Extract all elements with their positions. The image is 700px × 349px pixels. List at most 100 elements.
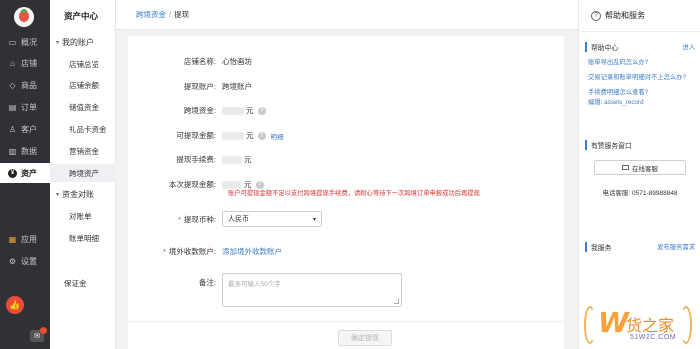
my-service-title-row: 我服务 发布服务需求 (585, 242, 695, 252)
caret-down-icon: ▾ (312, 216, 316, 223)
store-name-label: 店铺名称: (183, 57, 216, 66)
online-service-button[interactable]: 在线客服 (594, 160, 686, 175)
required-mark: * (162, 247, 166, 256)
breadcrumb-parent-link[interactable]: 跨境资金 (136, 9, 166, 20)
cross-funds-row: 跨境资金: 元 ? (128, 105, 564, 116)
nav-item-label: 资产 (21, 168, 37, 178)
remark-label: 备注: (198, 278, 216, 287)
cross-funds-unit: 元 (246, 106, 254, 115)
overseas-account-label-text: 境外收款账户: (168, 247, 216, 256)
unread-dot (40, 327, 47, 334)
help-icon[interactable]: ? (257, 106, 266, 115)
sidebar-item-store-balance[interactable]: 店铺余额 (50, 76, 116, 94)
sidebar-group-my-account[interactable]: ▾ 我的账户 (56, 37, 94, 48)
watermark-domain: 51W2C.COM (630, 334, 677, 341)
required-mark: * (177, 214, 181, 224)
store-name-value: 心怡画坊 (222, 57, 252, 66)
currency-label-text: 提现币种: (183, 214, 216, 224)
nav-item-label: 设置 (21, 256, 37, 266)
store-name-row: 店铺名称: 心怡画坊 (128, 56, 564, 67)
nav-item-data[interactable]: ▥ 数据 (0, 141, 50, 161)
redacted-amount (222, 131, 244, 140)
sidebar-item-gift-card[interactable]: 礼品卡资金 (50, 120, 116, 138)
help-panel: ? 帮助和服务 帮助中心 进入 账单导出乱码怎么办? 交易记录和账单明细对不上怎… (578, 0, 700, 349)
breadcrumb: 跨境资金 / 提现 (116, 0, 578, 30)
help-question-link[interactable]: 账单导出乱码怎么办? (585, 59, 695, 67)
add-overseas-account-link[interactable]: 添加境外收款账户 (222, 246, 282, 257)
breadcrumb-current: 提现 (174, 10, 190, 19)
insufficient-funds-warning: 账户可提现金额不足以支付跨境提现手续费，请耐心等待下一次跨境订单申报成功后再提现 (228, 190, 480, 197)
nav-item-label: 订单 (21, 102, 37, 112)
currency-selected-value: 人民币 (228, 216, 249, 223)
sidebar-item-marketing-funds[interactable]: 营销资金 (50, 142, 116, 160)
nav-item-label: 店铺 (21, 58, 37, 68)
laurel-left-icon (584, 306, 596, 344)
sidebar-item-store-overview[interactable]: 店铺总览 (50, 55, 116, 73)
nav-item-assets[interactable]: ¥ 资产 (0, 163, 50, 183)
online-service-label: 在线客服 (632, 165, 658, 173)
store-logo[interactable] (14, 7, 34, 27)
withdrawable-unit: 元 (246, 131, 254, 140)
sidebar-group-reconciliation[interactable]: ▾ 资金对账 (56, 189, 94, 200)
thumbs-up-icon[interactable]: 👍 (6, 296, 24, 314)
my-service-title: 我服务 (591, 245, 612, 252)
withdrawable-label: 可提现金额: (176, 131, 216, 140)
app-root: ▭ 概况 ⌂ 店铺 ◇ 商品 ▤ 订单 ♙ 客户 ▥ 数据 ¥ 资产 ▦ 应用 (0, 0, 700, 349)
fee-row: 提现手续费: 元 (128, 154, 564, 165)
chevron-down-icon: ▾ (56, 192, 60, 198)
laurel-right-icon (680, 306, 692, 344)
question-circle-icon: ? (591, 10, 601, 21)
nav-item-goods[interactable]: ◇ 商品 (0, 75, 50, 95)
apps-icon: ▦ (8, 234, 17, 244)
user-icon: ♙ (8, 124, 17, 134)
help-center-title-row: 帮助中心 进入 (585, 42, 695, 52)
overseas-account-label: * 境外收款账户: (128, 246, 222, 257)
nav-item-overview[interactable]: ▭ 概况 (0, 32, 50, 52)
nav-item-customers[interactable]: ♙ 客户 (0, 119, 50, 139)
secondary-sidebar: 资产中心 ▾ 我的账户 店铺总览 店铺余额 储值资金 礼品卡资金 营销资金 跨境… (50, 0, 116, 349)
nav-item-orders[interactable]: ▤ 订单 (0, 97, 50, 117)
sidebar-item-stored-value[interactable]: 储值资金 (50, 98, 116, 116)
currency-select[interactable]: 人民币 ▾ (222, 211, 322, 227)
help-center-enter-link[interactable]: 进入 (682, 42, 695, 52)
resize-grip-icon[interactable] (394, 299, 399, 304)
my-service-section: 我服务 发布服务需求 (585, 242, 695, 252)
remark-textarea[interactable]: 最多可输入50个字 (222, 273, 402, 307)
confirm-withdraw-button[interactable]: 确定提现 (338, 330, 392, 346)
help-question-link[interactable]: 手续费明细怎么查看? (585, 89, 695, 97)
nav-item-store[interactable]: ⌂ 店铺 (0, 53, 50, 73)
withdraw-account-value: 跨境账户 (222, 82, 252, 91)
tag-icon: ◇ (9, 80, 16, 90)
sidebar-item-cross-border[interactable]: 跨境资产 (50, 164, 116, 182)
nav-item-label: 商品 (21, 80, 37, 90)
settings-icon: ⚙ (8, 256, 17, 266)
help-center-title: 帮助中心 (591, 45, 619, 52)
withdraw-account-label: 提现账户: (183, 82, 216, 91)
nav-item-settings[interactable]: ⚙ 设置 (0, 251, 50, 271)
sidebar-item-deposit[interactable]: 保证金 (50, 274, 116, 292)
publish-service-request-link[interactable]: 发布服务需求 (657, 242, 695, 252)
sidebar-item-bill-detail[interactable]: 账单明细 (50, 229, 116, 247)
chat-icon[interactable]: ✉ (30, 327, 47, 342)
service-window-section: 有赞服务窗口 在线客服 电话客服: 0571-89988848 (585, 140, 695, 197)
remark-row: 备注: 最多可输入50个字 (128, 273, 564, 307)
remark-placeholder: 最多可输入50个字 (228, 281, 281, 288)
chat-window-icon (622, 165, 629, 170)
withdraw-account-row: 提现账户: 跨境账户 (128, 81, 564, 92)
currency-label: * 提现币种: (128, 214, 222, 225)
sidebar-item-statement[interactable]: 对账单 (50, 207, 116, 225)
watermark-name: 货之家 (626, 316, 675, 335)
service-window-title-text: 有赞服务窗口 (591, 143, 632, 150)
help-icon[interactable]: ? (257, 131, 266, 140)
currency-row: * 提现币种: 人民币 ▾ (128, 211, 564, 227)
nav-item-label: 概况 (21, 37, 37, 47)
order-icon: ▤ (8, 102, 17, 112)
help-question-link[interactable]: 交易记录和账单明细对不上怎么办? (585, 74, 695, 82)
sidebar-group-label: 资金对账 (62, 190, 95, 199)
overseas-account-row: * 境外收款账户: 添加境外收款账户 (128, 246, 564, 257)
nav-item-apps[interactable]: ▦ 应用 (0, 229, 50, 249)
chevron-down-icon: ▾ (56, 40, 60, 46)
withdrawable-detail-link[interactable]: 明细 (271, 131, 284, 141)
form-footer: 确定提现 (128, 321, 564, 349)
redacted-amount (222, 106, 244, 115)
